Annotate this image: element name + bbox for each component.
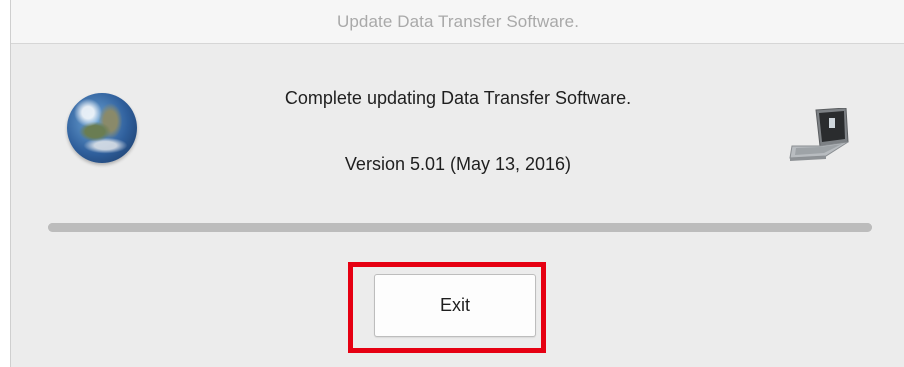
update-dialog-window: Update Data Transfer Software. Complete …: [10, 0, 904, 367]
window-titlebar[interactable]: Update Data Transfer Software.: [11, 0, 904, 44]
exit-button[interactable]: Exit: [374, 274, 536, 337]
progress-bar-fill: [48, 223, 872, 232]
laptop-icon: [789, 108, 849, 161]
completion-message: Complete updating Data Transfer Software…: [284, 88, 632, 108]
progress-bar: [48, 223, 872, 232]
version-text: Version 5.01 (May 13, 2016): [344, 154, 572, 174]
window-title: Update Data Transfer Software.: [336, 11, 580, 31]
